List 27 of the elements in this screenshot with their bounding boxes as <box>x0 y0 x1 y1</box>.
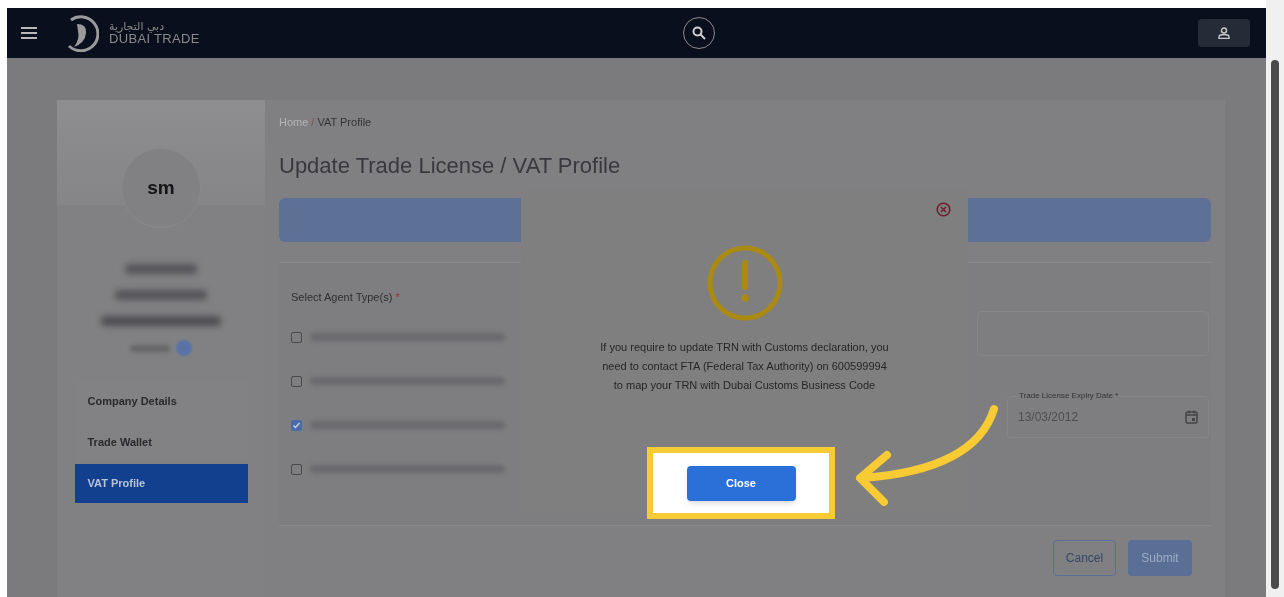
checkbox[interactable] <box>291 463 302 475</box>
scrollbar[interactable] <box>1266 0 1284 597</box>
logo-arabic-text: دبي التجارية <box>109 21 166 32</box>
checkbox[interactable] <box>291 331 302 343</box>
menu-icon[interactable] <box>21 27 37 39</box>
calendar-icon[interactable] <box>1185 409 1198 424</box>
blurred-badge <box>176 340 192 356</box>
required-mark: * <box>395 290 400 303</box>
breadcrumb-separator: / <box>311 115 315 130</box>
search-icon <box>691 26 706 40</box>
logo-text: DUBAI TRADE <box>109 32 200 45</box>
close-icon[interactable] <box>936 202 951 217</box>
submit-button[interactable]: Submit <box>1128 539 1192 576</box>
breadcrumb-current: VAT Profile <box>317 115 372 130</box>
cancel-button[interactable]: Cancel <box>1053 539 1116 576</box>
warning-icon <box>705 244 784 322</box>
user-icon <box>1218 27 1230 39</box>
scrollbar-thumb[interactable] <box>1271 60 1279 589</box>
field-label: Select Agent Type(s) <box>291 290 393 303</box>
close-button[interactable]: Close <box>686 465 796 501</box>
dialog-message: If you require to update TRN with Customs declaration, you need to contact FTA (Federal Tax Authority) on 600599994 to map your TRN with Dubai Customs Business Code <box>599 340 890 393</box>
checkbox[interactable] <box>291 375 302 387</box>
page-title: Update Trade License / VAT Profile <box>279 151 622 180</box>
sidebar-item[interactable]: VAT Profile <box>74 464 248 503</box>
checkbox[interactable] <box>291 419 302 431</box>
user-button[interactable] <box>1198 19 1250 47</box>
blurred-text <box>125 264 197 274</box>
